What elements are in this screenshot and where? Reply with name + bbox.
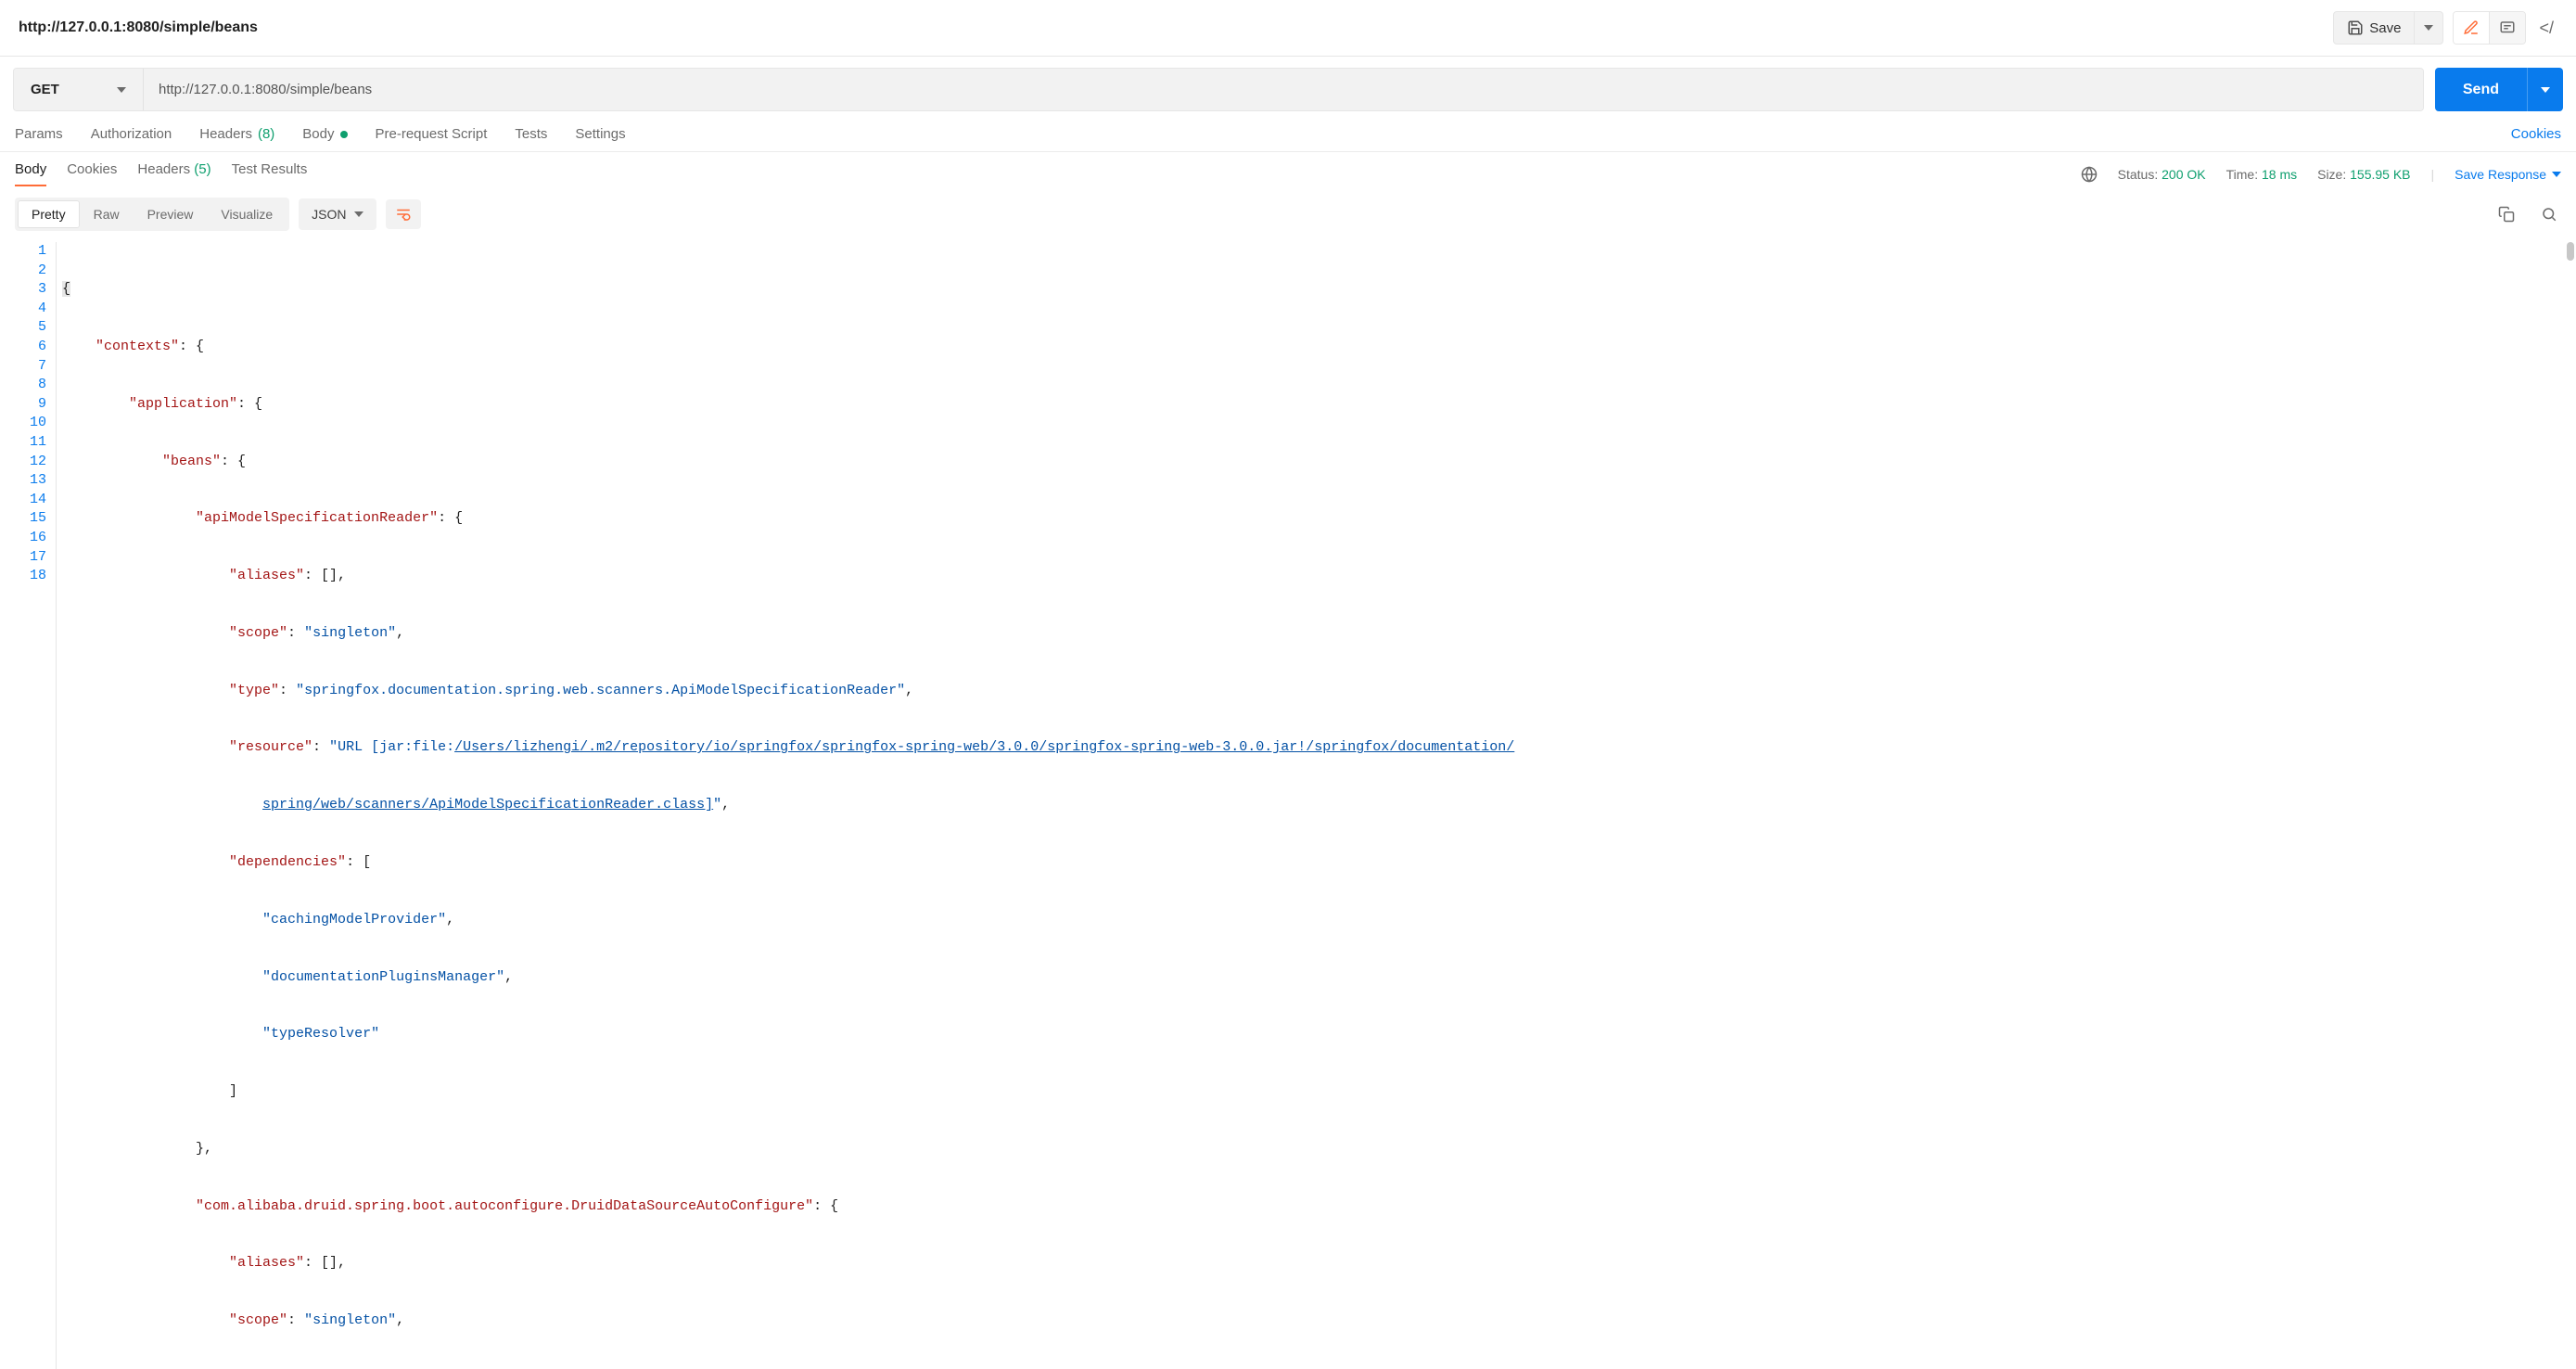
resp-tab-cookies[interactable]: Cookies [67, 161, 117, 186]
comment-icon [2499, 19, 2516, 36]
request-title: http://127.0.0.1:8080/simple/beans [19, 19, 258, 36]
chevron-down-icon [2424, 25, 2433, 31]
format-value: JSON [312, 207, 346, 222]
resp-tab-headers[interactable]: Headers (5) [137, 161, 210, 186]
http-method-select[interactable]: GET [14, 69, 144, 110]
tab-headers-count: (8) [258, 126, 274, 142]
tab-params[interactable]: Params [15, 126, 63, 142]
wrap-icon [395, 207, 412, 222]
cookies-link[interactable]: Cookies [2511, 126, 2561, 142]
pencil-icon [2463, 19, 2480, 36]
tab-headers-label: Headers [199, 126, 252, 142]
resp-tab-headers-label: Headers [137, 161, 190, 177]
tab-body[interactable]: Body [302, 126, 347, 142]
view-preview-button[interactable]: Preview [134, 200, 208, 228]
wrap-lines-button[interactable] [386, 199, 421, 229]
send-dropdown-button[interactable] [2527, 68, 2563, 111]
save-button-label: Save [2369, 20, 2401, 36]
code-content: { "contexts": { "application": { "beans"… [56, 242, 2576, 1369]
search-button[interactable] [2537, 202, 2561, 226]
tab-pre-request-script[interactable]: Pre-request Script [376, 126, 488, 142]
save-response-button[interactable]: Save Response [2455, 167, 2561, 182]
chevron-down-icon [117, 87, 126, 93]
size-label: Size: 155.95 KB [2317, 167, 2410, 182]
url-input[interactable] [144, 69, 2423, 110]
edit-button[interactable] [2454, 12, 2489, 44]
save-response-label: Save Response [2455, 167, 2546, 182]
comment-button[interactable] [2489, 12, 2525, 44]
tab-headers[interactable]: Headers (8) [199, 126, 274, 142]
tab-body-label: Body [302, 126, 334, 142]
status-label: Status: 200 OK [2118, 167, 2206, 182]
side-pane-toggle[interactable]: </ [2535, 13, 2557, 44]
tab-authorization[interactable]: Authorization [91, 126, 172, 142]
globe-icon[interactable] [2081, 166, 2098, 183]
view-visualize-button[interactable]: Visualize [207, 200, 287, 228]
size-value: 155.95 KB [2350, 167, 2410, 182]
tab-settings[interactable]: Settings [575, 126, 625, 142]
chevron-down-icon [2541, 87, 2550, 93]
time-label: Time: 18 ms [2226, 167, 2298, 182]
save-button[interactable]: Save [2333, 11, 2415, 45]
copy-button[interactable] [2494, 202, 2519, 226]
tab-tests[interactable]: Tests [515, 126, 547, 142]
view-raw-button[interactable]: Raw [80, 200, 134, 228]
save-icon [2347, 19, 2364, 36]
scrollbar-thumb[interactable] [2567, 242, 2574, 261]
save-dropdown-button[interactable] [2415, 11, 2443, 45]
http-method-value: GET [31, 82, 59, 97]
view-pretty-button[interactable]: Pretty [18, 200, 80, 228]
format-select[interactable]: JSON [299, 198, 376, 230]
time-value: 18 ms [2262, 167, 2297, 182]
resp-tab-body[interactable]: Body [15, 161, 46, 186]
body-indicator-dot [340, 131, 348, 138]
chevron-down-icon [354, 211, 363, 217]
resp-tab-headers-count: (5) [194, 161, 210, 177]
response-body[interactable]: 123456789101112131415161718 { "contexts"… [0, 238, 2576, 1369]
status-value: 200 OK [2162, 167, 2205, 182]
resp-tab-test-results[interactable]: Test Results [232, 161, 308, 186]
chevron-down-icon [2552, 172, 2561, 177]
line-gutter: 123456789101112131415161718 [0, 242, 56, 1369]
send-button[interactable]: Send [2435, 68, 2527, 111]
